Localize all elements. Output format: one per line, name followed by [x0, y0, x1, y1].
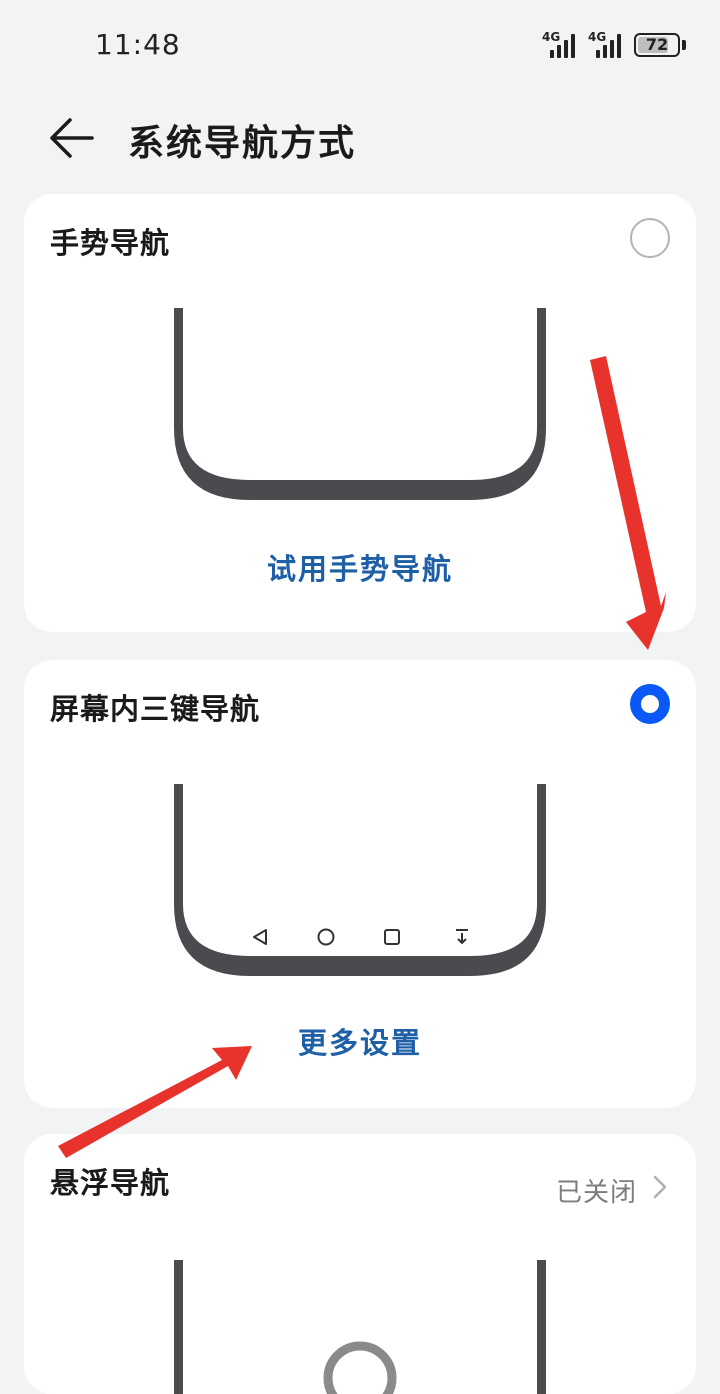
floating-button-icon — [323, 1341, 397, 1394]
header: 系统导航方式 — [0, 100, 720, 180]
phone-illustration — [174, 1260, 546, 1394]
battery-tip — [682, 40, 686, 50]
card-title: 手势导航 — [50, 226, 171, 260]
arrow-left-icon — [50, 118, 94, 158]
signal-label: 4G — [542, 30, 561, 44]
card-title: 屏幕内三键导航 — [50, 692, 261, 726]
signal-label: 4G — [588, 30, 607, 44]
back-button[interactable] — [44, 114, 100, 162]
chevron-right-icon[interactable] — [652, 1174, 668, 1200]
signal-4g-icon: 4G — [542, 30, 582, 60]
battery-level: 72 — [645, 35, 669, 54]
floating-navigation-card[interactable]: 悬浮导航 已关闭 — [24, 1134, 696, 1394]
status-bar: 11:48 4G 4G 72 — [0, 0, 720, 90]
three-key-navigation-card[interactable]: 屏幕内三键导航 更多设置 — [24, 660, 696, 1108]
home-circle-icon — [317, 928, 335, 946]
gesture-navigation-radio[interactable] — [630, 218, 670, 258]
recents-square-icon — [384, 929, 400, 945]
phone-illustration — [174, 308, 546, 500]
card-title: 悬浮导航 — [50, 1166, 171, 1200]
phone-illustration — [174, 784, 546, 976]
three-key-navigation-radio[interactable] — [630, 684, 670, 724]
back-triangle-icon — [253, 929, 267, 945]
battery-icon: 72 — [634, 33, 680, 57]
signal-4g-icon: 4G — [588, 30, 628, 60]
nav-keys — [253, 928, 468, 946]
hide-bar-icon — [456, 929, 468, 945]
status-time: 11:48 — [95, 28, 181, 61]
try-gesture-navigation-link[interactable]: 试用手势导航 — [24, 546, 696, 588]
more-settings-link[interactable]: 更多设置 — [24, 1020, 696, 1062]
page-title: 系统导航方式 — [128, 123, 357, 164]
floating-navigation-status: 已关闭 — [556, 1178, 638, 1208]
gesture-navigation-card[interactable]: 手势导航 试用手势导航 — [24, 194, 696, 632]
